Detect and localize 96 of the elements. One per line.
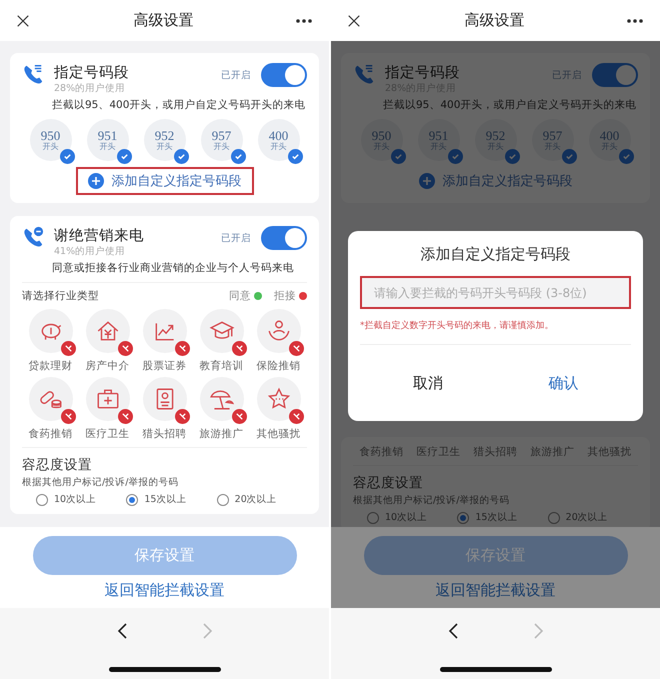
status-label: 已开启 xyxy=(552,69,582,82)
radio-label: 15次以上 xyxy=(144,493,186,506)
prefix-chip[interactable]: 952 开头 xyxy=(144,119,186,161)
usage-text: 41%的用户使用 xyxy=(54,246,126,258)
more-icon xyxy=(295,18,313,24)
industry-button[interactable] xyxy=(86,377,130,421)
phone-block-icon xyxy=(22,226,44,248)
prefix-label: 开头 xyxy=(270,142,286,152)
radio-label: 10次以上 xyxy=(385,511,428,524)
industry-label: 其他骚扰 xyxy=(256,427,300,441)
industry-button[interactable] xyxy=(256,377,300,421)
section-description: 根据其他用户标记/投诉/举报的号码 xyxy=(353,494,510,507)
industry-label: 食药推销 xyxy=(28,427,72,441)
prefix-number: 950 xyxy=(40,128,60,142)
dialog-title: 添加自定义指定号码段 xyxy=(420,245,570,264)
prefix-number: 950 xyxy=(372,128,392,142)
plus-icon xyxy=(418,173,434,189)
industry-label: 股票证券 xyxy=(142,359,186,373)
section-description: 根据其他用户标记/投诉/举报的号码 xyxy=(22,476,180,489)
prefix-chip[interactable]: 951 开头 xyxy=(86,119,128,161)
legend-label: 拒接 xyxy=(274,289,296,303)
toggle-switch[interactable] xyxy=(261,226,307,250)
more-icon xyxy=(626,18,644,24)
phone-list-icon xyxy=(353,63,375,85)
page-title: 高级设置 xyxy=(134,11,194,30)
prefix-number: 951 xyxy=(98,128,118,142)
add-prefix-button[interactable]: 添加自定义指定号码段 xyxy=(76,167,254,195)
radio-label: 20次以上 xyxy=(566,511,608,524)
usage-text: 28%的用户使用 xyxy=(54,83,126,95)
status-label: 已开启 xyxy=(221,232,251,245)
industry-label: 保险推销 xyxy=(256,359,300,373)
prefix-label: 开头 xyxy=(42,142,58,152)
card-description: 拦截以95、400开头，或用户自定义号码开头的来电 xyxy=(383,98,638,113)
radio-button[interactable] xyxy=(216,494,229,506)
card-description: 同意或拒接各行业商业营销的企业与个人号码来电 xyxy=(52,261,295,276)
prefix-label: 开头 xyxy=(100,142,116,152)
industry-label: 旅游推广 xyxy=(200,427,244,441)
radio-label: 10次以上 xyxy=(54,493,96,506)
page-title: 高级设置 xyxy=(464,11,524,30)
industry-label: 猎头招聘 xyxy=(474,445,518,459)
prefix-number: 957 xyxy=(542,128,562,142)
card-title: 谢绝营销来电 xyxy=(54,227,145,246)
industry-button[interactable] xyxy=(28,377,72,421)
industry-label: 食药推销 xyxy=(360,445,404,459)
industry-button[interactable] xyxy=(256,309,300,353)
radio-label: 15次以上 xyxy=(475,511,518,524)
section-title: 容忍度设置 xyxy=(22,456,93,474)
prefix-number: 952 xyxy=(486,128,506,142)
industry-label: 教育培训 xyxy=(200,359,244,373)
prompt-text: 请选择行业类型 xyxy=(22,289,99,303)
back-link[interactable]: 返回智能拦截设置 xyxy=(104,581,224,600)
radio-label: 20次以上 xyxy=(234,493,277,506)
card-description: 拦截以95、400开头，或用户自定义号码开头的来电 xyxy=(52,98,306,113)
industry-button[interactable] xyxy=(142,309,186,353)
prefix-number: 952 xyxy=(154,128,174,142)
status-label: 已开启 xyxy=(221,69,251,82)
industry-label: 医疗卫生 xyxy=(416,445,460,459)
section-title: 容忍度设置 xyxy=(353,474,424,492)
prefix-number: 400 xyxy=(600,128,620,142)
phone-list-icon xyxy=(22,63,44,85)
warning-note: *拦截自定义数字开头号码的来电，请谨慎添加。 xyxy=(360,320,554,332)
radio-button[interactable] xyxy=(367,512,379,524)
card-title: 指定号码段 xyxy=(385,64,461,83)
back-link[interactable]: 返回智能拦截设置 xyxy=(436,581,556,600)
add-prefix-button[interactable]: 添加自定义指定号码段 xyxy=(406,167,584,195)
industry-button[interactable] xyxy=(86,309,130,353)
radio-button[interactable] xyxy=(126,494,138,506)
industry-label: 旅游推广 xyxy=(530,445,574,459)
industry-label: 其他骚扰 xyxy=(588,445,632,459)
toggle-switch[interactable] xyxy=(592,63,638,87)
card-title: 指定号码段 xyxy=(54,64,130,83)
industry-label: 医疗卫生 xyxy=(86,427,130,441)
industry-button[interactable] xyxy=(28,309,72,353)
industry-button[interactable] xyxy=(142,377,186,421)
prefix-number: 400 xyxy=(268,128,288,142)
prefix-number: 957 xyxy=(212,128,232,142)
radio-button[interactable] xyxy=(548,512,560,524)
prefix-chip[interactable]: 950 开头 xyxy=(30,119,72,161)
industry-label: 房产中介 xyxy=(86,359,130,373)
legend-label: 同意 xyxy=(229,289,251,303)
radio-button[interactable] xyxy=(36,494,48,506)
toggle-switch[interactable] xyxy=(261,63,307,87)
cancel-button[interactable]: 取消 xyxy=(360,345,496,421)
industry-label: 猎头招聘 xyxy=(142,427,186,441)
prefix-label: 开头 xyxy=(156,142,172,152)
prefix-chip[interactable]: 957 开头 xyxy=(200,119,242,161)
confirm-button[interactable]: 确认 xyxy=(496,345,631,421)
industry-label: 贷款理财 xyxy=(28,359,72,373)
prefix-label: 开头 xyxy=(214,142,230,152)
industry-button[interactable] xyxy=(200,377,244,421)
plus-icon xyxy=(88,173,104,189)
radio-button[interactable] xyxy=(457,512,470,524)
prefix-number: 951 xyxy=(428,128,448,142)
prefix-chip[interactable]: 400 开头 xyxy=(258,119,300,161)
prefix-input-field[interactable]: 请输入要拦截的号码开头号码段 (3-8位) xyxy=(360,276,631,309)
industry-button[interactable] xyxy=(200,309,244,353)
